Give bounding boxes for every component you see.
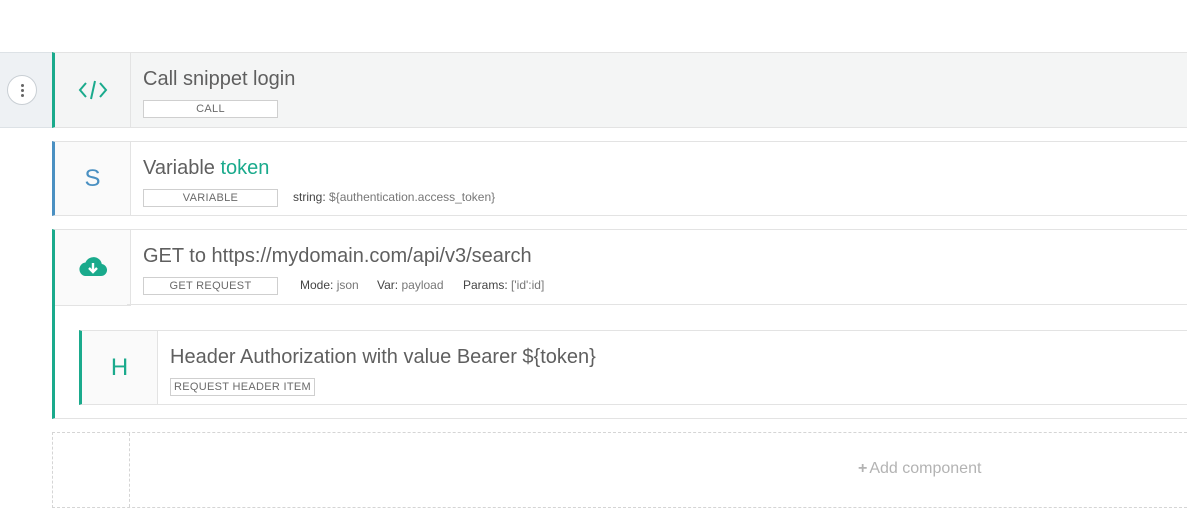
row-menu-button[interactable]: [7, 75, 37, 105]
mode-meta: Mode: json: [300, 278, 359, 292]
variable-name: token: [220, 157, 270, 179]
dot: [20, 93, 24, 97]
dot: [20, 83, 24, 87]
type-badge: REQUEST HEADER ITEM: [170, 378, 315, 396]
row-icon-column: H: [82, 331, 158, 404]
meta-label: Mode:: [300, 278, 334, 292]
title-prefix: Variable: [143, 157, 221, 179]
var-meta: Var: payload: [377, 278, 444, 292]
meta-value: ${authentication.access_token}: [329, 190, 496, 204]
component-row-variable[interactable]: S Variable token VARIABLE string: ${auth…: [52, 141, 1187, 216]
row-title: Header Authorization with value Bearer $…: [170, 346, 596, 368]
divider: [127, 304, 1187, 305]
add-component-button[interactable]: + Add component: [858, 460, 981, 478]
row-icon-column: [55, 230, 131, 306]
row-title: Variable token: [143, 157, 269, 180]
component-row-call[interactable]: Call snippet login CALL: [52, 52, 1187, 128]
type-badge: VARIABLE: [143, 189, 278, 207]
meta-value: payload: [401, 278, 444, 292]
meta-label: Var:: [377, 278, 399, 292]
meta-value: json: [336, 278, 359, 292]
row-icon-column: S: [55, 142, 131, 215]
dashed-separator: [129, 433, 130, 507]
component-row-request-header[interactable]: H Header Authorization with value Bearer…: [79, 330, 1187, 405]
add-component-label: Add component: [869, 460, 982, 477]
type-badge: CALL: [143, 100, 278, 118]
code-icon: [78, 80, 107, 100]
add-component-row[interactable]: + Add component: [52, 432, 1187, 508]
plus-icon: +: [858, 460, 868, 477]
variable-meta: string: ${authentication.access_token}: [293, 190, 495, 204]
type-badge: GET REQUEST: [143, 277, 278, 295]
meta-label: Params:: [463, 278, 508, 292]
cloud-download-icon: [78, 256, 107, 276]
meta-value: ['id':id]: [511, 278, 545, 292]
params-meta: Params: ['id':id]: [463, 278, 544, 292]
variable-letter-icon: S: [84, 164, 101, 192]
row-icon-column: [55, 53, 131, 127]
row-title: Call snippet login: [143, 68, 296, 90]
header-letter-icon: H: [110, 353, 129, 381]
dot: [20, 88, 24, 92]
meta-label: string:: [293, 190, 326, 204]
row-title: GET to https://mydomain.com/api/v3/searc…: [143, 245, 532, 267]
